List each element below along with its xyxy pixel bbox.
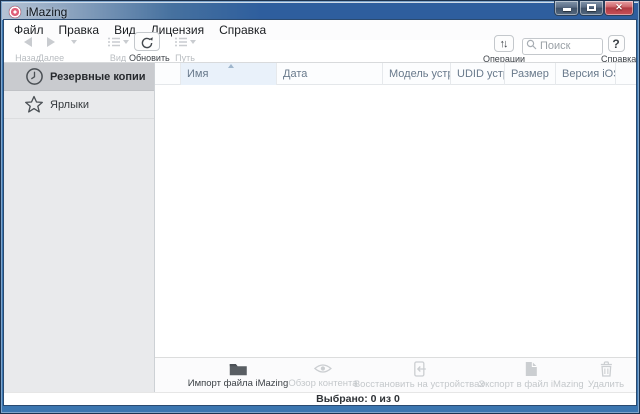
action-bar: Импорт файла iMazing Обзор контента Восс… (155, 357, 636, 392)
help-button[interactable]: ? Справка (601, 20, 631, 64)
minimize-button[interactable] (554, 1, 579, 16)
trash-icon (599, 361, 614, 377)
operations-button[interactable]: ↑↓ Операции (482, 20, 526, 64)
column-header-name[interactable]: Имя (180, 63, 276, 85)
column-header-ios-version[interactable]: Версия iOS (555, 63, 615, 85)
table-body-empty[interactable] (156, 86, 636, 357)
app-window: iMazing ✕ Файл Правка Вид Лицензия Справ… (0, 0, 640, 414)
titlebar[interactable]: iMazing (2, 2, 638, 20)
menu-help[interactable]: Справка (219, 23, 266, 37)
sort-arrows-icon: ↑↓ (500, 38, 509, 50)
action-label: Восстановить на устройствах (354, 379, 484, 390)
import-imazing-file-button[interactable]: Импорт файла iMazing (188, 361, 288, 389)
folder-icon (229, 361, 248, 376)
close-icon: ✕ (605, 2, 633, 13)
sidebar-item-backups[interactable]: Резервные копии (4, 63, 154, 91)
column-header-device-udid[interactable]: UDID устройс (450, 63, 504, 85)
star-icon (24, 95, 44, 114)
chevron-down-icon (71, 40, 77, 44)
column-header-device-model[interactable]: Модель устройст (382, 63, 450, 85)
action-label: Импорт файла iMazing (188, 378, 288, 389)
minimize-icon (563, 8, 571, 11)
sidebar-item-label: Ярлыки (50, 99, 89, 111)
column-label: Версия iOS (562, 68, 615, 80)
sort-ascending-icon (228, 64, 234, 68)
column-header-filler (615, 63, 636, 85)
column-label: Размер (511, 68, 549, 80)
table-header: Имя Дата Модель устройст UDID устройс Ра… (155, 63, 636, 85)
column-label: Модель устройст (389, 68, 450, 80)
search-field-wrap (522, 36, 603, 53)
forward-arrow-icon (47, 37, 55, 47)
document-icon (524, 361, 538, 377)
restore-to-device-button[interactable]: Восстановить на устройствах (354, 361, 484, 390)
status-bar: Выбрано: 0 из 0 (4, 392, 636, 405)
column-header-blank[interactable] (155, 63, 180, 85)
selection-count: Выбрано: 0 из 0 (288, 393, 428, 405)
window-controls: ✕ (554, 1, 634, 16)
refresh-button[interactable]: Обновить (129, 20, 165, 63)
device-restore-icon (411, 361, 427, 377)
column-label: Дата (283, 68, 307, 80)
action-label: Обзор контента (288, 378, 357, 389)
clock-icon (25, 67, 44, 86)
maximize-icon (587, 4, 596, 11)
column-label: Имя (187, 68, 208, 80)
list-icon (107, 36, 121, 48)
chevron-down-icon (190, 40, 196, 44)
sidebar-item-label: Резервные копии (50, 71, 146, 83)
delete-button[interactable]: Удалить (588, 361, 624, 390)
history-dropdown-button[interactable] (68, 20, 80, 51)
window-title: iMazing (26, 5, 67, 19)
question-mark-icon: ? (612, 37, 619, 51)
sidebar: Резервные копии Ярлыки (4, 63, 155, 392)
browse-content-button[interactable]: Обзор контента (288, 361, 357, 389)
client-area: Файл Правка Вид Лицензия Справка Назад Д… (4, 20, 636, 405)
maximize-button[interactable] (579, 1, 604, 16)
forward-button[interactable]: Далее (34, 20, 68, 63)
path-button[interactable]: Путь (168, 20, 202, 63)
search-icon (526, 39, 537, 50)
export-imazing-file-button[interactable]: Экспорт в файл iMazing (478, 361, 583, 390)
close-button[interactable]: ✕ (604, 1, 634, 16)
list-icon (174, 36, 188, 48)
back-arrow-icon (24, 37, 32, 47)
action-label: Удалить (588, 379, 624, 390)
column-header-date[interactable]: Дата (276, 63, 382, 85)
eye-icon (313, 361, 332, 376)
column-label: UDID устройс (457, 68, 504, 80)
refresh-icon (140, 35, 154, 49)
action-label: Экспорт в файл iMazing (478, 379, 583, 390)
imazing-logo-icon (9, 6, 21, 18)
column-header-size[interactable]: Размер (504, 63, 555, 85)
sidebar-item-shortcuts[interactable]: Ярлыки (4, 91, 154, 119)
